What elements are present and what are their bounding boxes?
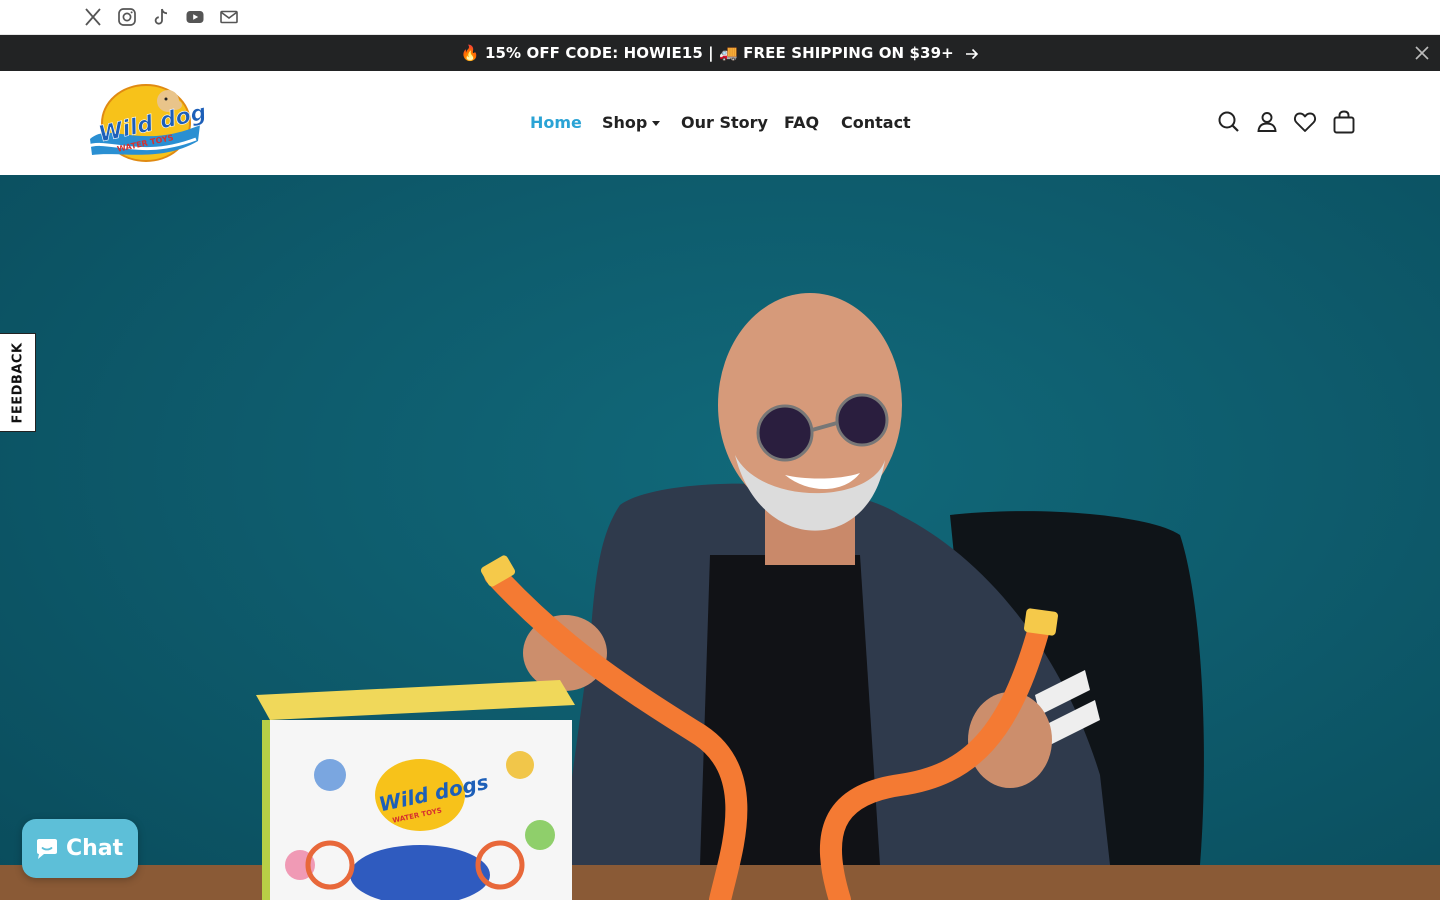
nav-shop-label: Shop xyxy=(602,113,648,132)
hero-image: Wild dogs WATER TOYS xyxy=(0,293,1440,900)
tiktok-icon[interactable] xyxy=(151,7,171,27)
nav-contact[interactable]: Contact xyxy=(841,111,911,135)
announcement-link[interactable]: 🔥 15% OFF CODE: HOWIE15 | 🚚 FREE SHIPPIN… xyxy=(0,35,1440,71)
email-icon[interactable] xyxy=(219,7,239,27)
feedback-tab[interactable]: FEEDBACK xyxy=(0,333,36,432)
site-header: Wild dogs WATER TOYS Home Shop Our Story… xyxy=(0,71,1440,175)
close-icon[interactable] xyxy=(1414,45,1430,61)
nav-shop[interactable]: Shop xyxy=(602,111,661,135)
nav-our-story[interactable]: Our Story xyxy=(681,111,768,135)
social-bar xyxy=(0,0,1440,35)
announcement-bar: 🔥 15% OFF CODE: HOWIE15 | 🚚 FREE SHIPPIN… xyxy=(0,35,1440,71)
nav-faq[interactable]: FAQ xyxy=(784,111,819,135)
account-icon[interactable] xyxy=(1254,109,1280,135)
hero-banner[interactable]: Wild dogs WATER TOYS xyxy=(0,175,1440,900)
logo[interactable]: Wild dogs WATER TOYS xyxy=(80,81,206,165)
instagram-icon[interactable] xyxy=(117,7,137,27)
chat-label: Chat xyxy=(66,836,124,861)
box-top xyxy=(256,680,575,720)
search-icon[interactable] xyxy=(1216,109,1242,135)
nav-home[interactable]: Home xyxy=(530,111,582,135)
youtube-icon[interactable] xyxy=(185,7,205,27)
chat-button[interactable]: Chat xyxy=(22,819,138,878)
chat-bubble-icon xyxy=(37,839,57,859)
x-icon[interactable] xyxy=(83,7,103,27)
caret-down-icon xyxy=(652,121,661,126)
cart-icon[interactable] xyxy=(1331,109,1357,135)
feedback-label: FEEDBACK xyxy=(10,341,25,424)
announcement-text: 🔥 15% OFF CODE: HOWIE15 | 🚚 FREE SHIPPIN… xyxy=(460,44,954,62)
arrow-right-icon xyxy=(966,48,979,59)
wishlist-icon[interactable] xyxy=(1292,109,1318,135)
